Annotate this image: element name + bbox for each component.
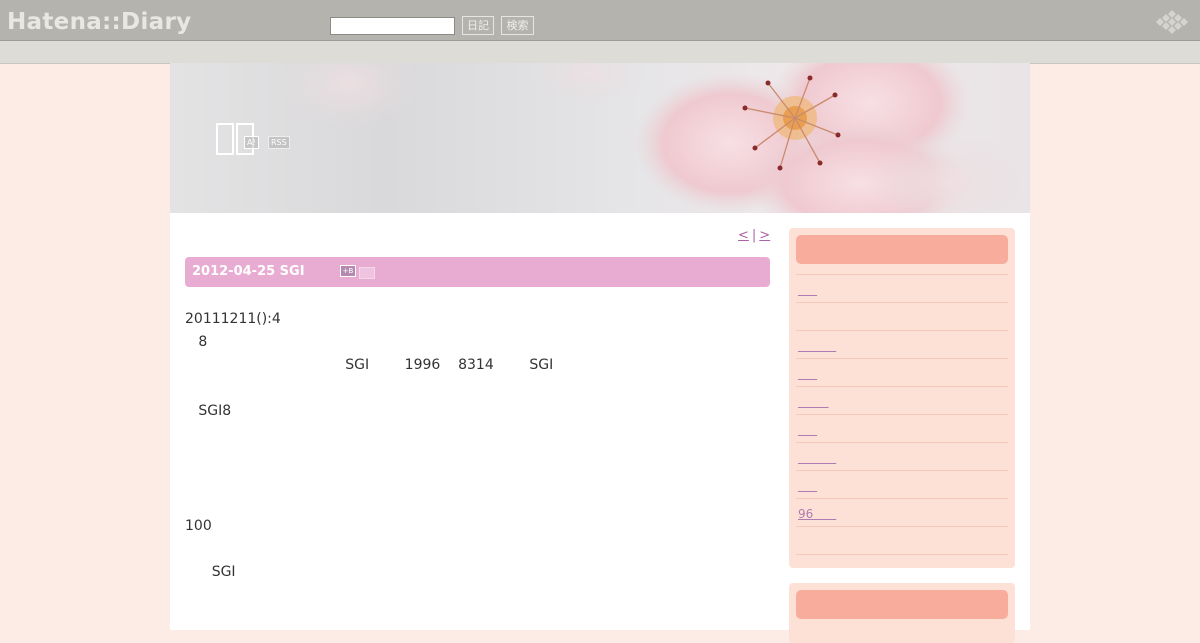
antenna-badge[interactable]: A! [244,136,259,149]
calendar-pager: < | > [738,228,770,243]
sidebar-row [796,414,1008,442]
sidebar-row [796,358,1008,386]
sidebar-row [796,526,1008,554]
entry-line: 20111211():4 [185,311,281,327]
hatena-diamond-icon[interactable] [1152,10,1192,36]
hatena-diary-logo[interactable]: Hatena::Diary [7,9,191,35]
sidebar-row: 96 [796,498,1008,526]
sidebar-link[interactable]: 96 [798,507,836,521]
sub-header-bar [0,40,1200,64]
entry-header: 2012-04-25 SGI +B [185,257,770,287]
blog-banner: A! RSS [170,63,1030,213]
sidebar-link[interactable] [798,395,829,409]
sidebar-link[interactable] [798,479,817,493]
entry-line: SGI8 [185,403,232,419]
sidebar-section: 96 [789,228,1015,568]
sidebar-row [796,302,1008,330]
entry-line: SGI [185,564,236,580]
sidebar-heading [796,235,1008,264]
sidebar-link[interactable] [798,423,817,437]
cherry-blossom-image [280,63,1030,213]
entry-title[interactable]: 2012-04-25 SGI [192,264,305,279]
sidebar-row [796,274,1008,302]
sidebar-divider [796,554,1008,555]
entry-line: 100 [185,518,212,534]
sidebar-heading [796,590,1008,619]
next-link[interactable]: > [759,228,770,243]
prev-link[interactable]: < [738,228,749,243]
search-button[interactable]: 検索 [501,16,534,35]
sidebar-link[interactable] [798,451,836,465]
sidebar-link[interactable] [798,283,817,297]
entry-line: 8 [185,334,208,350]
bookmark-count-icon[interactable] [359,267,375,279]
diary-button[interactable]: 日記 [462,16,494,35]
sidebar-link[interactable] [798,367,817,381]
sidebar-section [789,583,1015,643]
sidebar-row [796,330,1008,358]
global-header: Hatena::Diary 日記 検索 [0,0,1200,40]
search-input[interactable] [330,17,455,35]
sidebar-row [796,386,1008,414]
sidebar-row [796,442,1008,470]
entry-line: SGI 1996 8314 SGI [185,357,554,373]
rss-badge[interactable]: RSS [268,136,290,149]
sidebar-link[interactable] [798,339,836,353]
pager-separator: | [751,228,757,243]
sidebar-row [796,470,1008,498]
hatena-bookmark-icon[interactable]: +B [340,265,356,277]
